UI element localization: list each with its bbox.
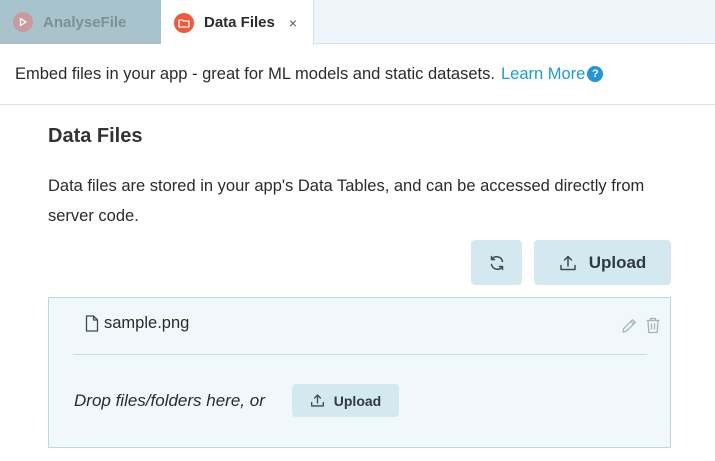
info-text: Embed files in your app - great for ML m… xyxy=(15,65,495,83)
close-icon[interactable]: × xyxy=(289,15,297,31)
refresh-icon xyxy=(490,255,503,270)
list-item[interactable]: sample.png xyxy=(85,314,189,333)
info-banner: Embed files in your app - great for ML m… xyxy=(0,45,715,105)
section-description: Data files are stored in your app's Data… xyxy=(48,177,645,225)
help-icon[interactable]: ? xyxy=(587,65,604,82)
tab-data-files[interactable]: Data Files × xyxy=(161,0,314,45)
tab-label: Data Files xyxy=(204,14,275,31)
tab-label: AnalyseFile xyxy=(43,13,127,31)
dropzone-text: Drop files/folders here, or xyxy=(74,391,265,410)
learn-more-link[interactable]: Learn More xyxy=(501,65,585,84)
tab-analysefile[interactable]: AnalyseFile xyxy=(0,0,161,44)
file-list: sample.png Drop files/folders here, or U… xyxy=(48,297,671,448)
trash-icon[interactable] xyxy=(645,317,661,339)
divider xyxy=(73,354,647,355)
upload-button-label: Upload xyxy=(588,252,647,272)
dropzone-upload-label: Upload xyxy=(333,392,382,409)
upload-icon xyxy=(310,394,324,407)
page-title: Data Files xyxy=(48,125,143,147)
refresh-button[interactable] xyxy=(471,240,522,285)
file-icon xyxy=(85,315,99,332)
file-name: sample.png xyxy=(104,314,190,332)
tab-bar: AnalyseFile Data Files × xyxy=(0,0,715,45)
folder-icon xyxy=(174,12,194,33)
dropzone-upload-button[interactable]: Upload xyxy=(292,384,399,417)
upload-button[interactable]: Upload xyxy=(534,240,671,285)
play-icon xyxy=(13,12,33,32)
pencil-icon[interactable] xyxy=(621,317,638,339)
upload-icon xyxy=(559,255,576,270)
